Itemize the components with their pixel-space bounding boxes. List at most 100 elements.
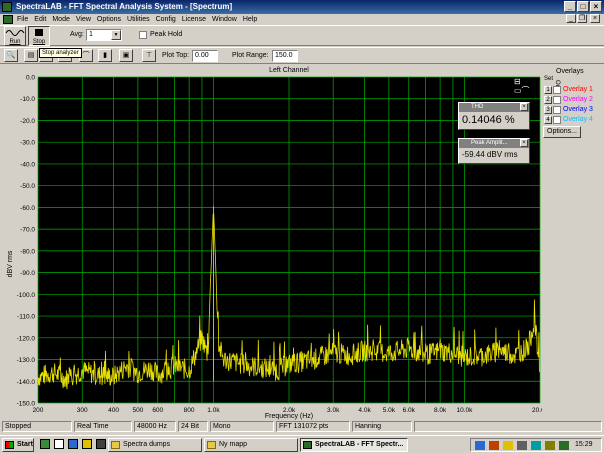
quicklaunch-app-icon[interactable] — [40, 439, 50, 449]
maximize-button[interactable]: □ — [577, 1, 589, 12]
x-tick-label: 600 — [152, 407, 163, 414]
speaker-icon[interactable] — [517, 441, 527, 450]
overlay-options-button[interactable]: Options... — [543, 126, 581, 138]
x-tick-label: 200 — [33, 407, 44, 414]
x-tick-label: 4.0k — [358, 407, 371, 414]
y-tick-label: -60.0 — [20, 205, 35, 212]
overlay-on-checkbox-3[interactable] — [553, 106, 561, 114]
avg-select[interactable]: 1 ▼ — [86, 29, 122, 41]
thd-value: 0.14046 % — [462, 114, 515, 126]
y-axis-label: dBV rms — [7, 250, 14, 277]
config-plot-icon[interactable]: ▣ — [119, 49, 133, 62]
y-tick-label: -100.0 — [17, 292, 36, 299]
quicklaunch-explorer-icon[interactable] — [54, 439, 64, 449]
connection-icon[interactable] — [531, 441, 541, 450]
x-tick-label: 400 — [108, 407, 119, 414]
thd-title: THD — [471, 104, 484, 110]
mdi-minimize-button[interactable]: _ — [566, 14, 576, 23]
zoom-icon[interactable]: 🔍 — [4, 49, 18, 62]
y-tick-label: -120.0 — [17, 335, 36, 342]
bar-plot-icon[interactable]: ▮ — [98, 49, 112, 62]
x-tick-label: 300 — [77, 407, 88, 414]
run-button[interactable]: Run — [4, 26, 26, 46]
overlay-set-button-3[interactable]: 3 — [544, 106, 552, 114]
minimize-button[interactable]: _ — [564, 1, 576, 12]
peak-close-icon[interactable]: × — [520, 139, 528, 147]
menu-edit[interactable]: Edit — [31, 14, 49, 25]
task-spectra-dumps[interactable]: Spectra dumps — [108, 438, 202, 452]
menu-mode[interactable]: Mode — [49, 14, 73, 25]
thd-panel[interactable]: THD × 0.14046 % — [458, 102, 530, 130]
thd-close-icon[interactable]: × — [520, 103, 528, 111]
mdi-restore-button[interactable]: ❐ — [577, 14, 587, 23]
taskbar: Start Spectra dumps Ny mapp SpectraLAB -… — [0, 435, 604, 453]
menu-items: File Edit Mode View Options Utilities Config Li… — [14, 14, 260, 25]
menu-view[interactable]: View — [73, 14, 94, 25]
plot-toolbar: 🔍 ▤ ▥ ▦ ⌒ ▮ ▣ ⊤ Plot Top: 0.00 Plot Rang… — [0, 47, 604, 64]
menu-utilities[interactable]: Utilities — [124, 14, 153, 25]
run-wave-icon — [5, 30, 25, 36]
app-icon — [2, 2, 12, 12]
menu-license[interactable]: License — [179, 14, 209, 25]
overlay-on-checkbox-2[interactable] — [553, 96, 561, 104]
close-button[interactable]: × — [590, 1, 602, 12]
overlay-set-button-4[interactable]: 4 — [544, 116, 552, 124]
quicklaunch-browser-icon[interactable] — [68, 439, 78, 449]
tray-spectralab-icon[interactable] — [559, 441, 569, 450]
overlay-set-button-2[interactable]: 2 — [544, 96, 552, 104]
x-axis-label: Frequency (Hz) — [265, 413, 313, 420]
y-tick-label: -130.0 — [17, 357, 36, 364]
overlay-label-2: Overlay 2 — [563, 96, 593, 103]
y-tick-label: -70.0 — [20, 227, 35, 234]
menu-options[interactable]: Options — [94, 14, 124, 25]
y-tick-label: -50.0 — [20, 183, 35, 190]
status-fft: FFT 131072 pts — [276, 421, 350, 432]
marker-icon[interactable]: ⊤ — [142, 49, 156, 62]
status-bar: Stopped Real Time 48000 Hz 24 Bit Mono F… — [0, 421, 604, 433]
peak-hold-checkbox[interactable] — [139, 31, 147, 39]
spectralab-icon — [303, 441, 312, 449]
plot-range-input[interactable]: 150.0 — [272, 50, 298, 62]
overlay-label-1: Overlay 1 — [563, 86, 593, 93]
overlay-on-checkbox-1[interactable] — [553, 86, 561, 94]
chart-settings-icon[interactable]: ⊟ ▭⌒ — [514, 77, 538, 95]
task-ny-mapp[interactable]: Ny mapp — [204, 438, 298, 452]
doc-icon[interactable] — [3, 15, 13, 24]
peak-hold-label: Peak Hold — [150, 31, 183, 38]
tray-app-icon[interactable] — [503, 441, 513, 450]
menu-help[interactable]: Help — [240, 14, 260, 25]
network-icon[interactable] — [475, 441, 485, 450]
status-extra — [414, 421, 602, 432]
menu-config[interactable]: Config — [153, 14, 179, 25]
y-tick-label: -30.0 — [20, 140, 35, 147]
peak-panel[interactable]: Peak Amplit... × -59.44 dBV rms — [458, 138, 530, 164]
overlay-set-button-1[interactable]: 1 — [544, 86, 552, 94]
windows-logo-icon — [5, 441, 14, 449]
chevron-down-icon[interactable]: ▼ — [111, 30, 121, 40]
menu-file[interactable]: File — [14, 14, 31, 25]
folder-icon — [207, 441, 216, 449]
status-window: Hanning — [352, 421, 412, 432]
x-tick-label: 10.0k — [456, 407, 473, 414]
mdi-close-button[interactable]: × — [590, 14, 600, 23]
task-label: Ny mapp — [219, 441, 248, 448]
stop-button[interactable]: Stop — [28, 26, 50, 46]
plot-range-label: Plot Range: — [232, 52, 269, 59]
status-mode: Real Time — [74, 421, 132, 432]
overlays-title: Overlays — [556, 68, 584, 75]
linear-axis-icon[interactable]: ▤ — [24, 49, 38, 62]
start-button[interactable]: Start — [2, 438, 34, 452]
quicklaunch-folder-icon[interactable] — [82, 439, 92, 449]
x-tick-label: 800 — [184, 407, 195, 414]
quicklaunch-desktop-icon[interactable] — [96, 439, 106, 449]
plot-top-input[interactable]: 0.00 — [192, 50, 218, 62]
status-bits: 24 Bit — [178, 421, 208, 432]
overlay-on-checkbox-4[interactable] — [553, 116, 561, 124]
menu-window[interactable]: Window — [209, 14, 240, 25]
tray-monitor-icon[interactable] — [545, 441, 555, 450]
status-state: Stopped — [2, 421, 72, 432]
antivirus-icon[interactable] — [489, 441, 499, 450]
status-rate: 48000 Hz — [134, 421, 176, 432]
plot-top-label: Plot Top: — [162, 52, 190, 59]
task-spectralab[interactable]: SpectraLAB - FFT Spectr... — [300, 438, 408, 452]
